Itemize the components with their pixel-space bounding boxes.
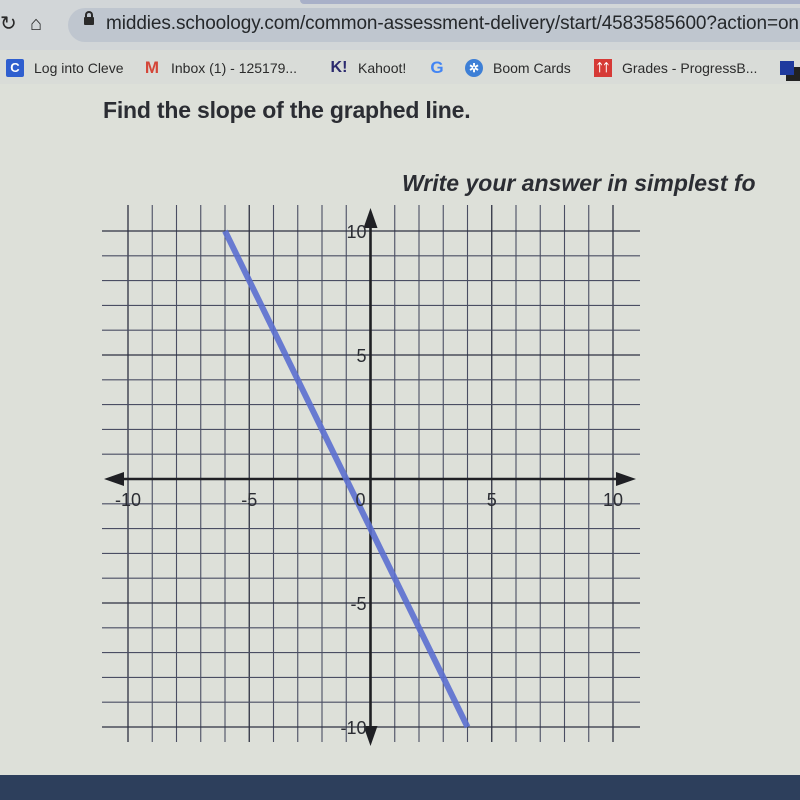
x-axis-left-arrow bbox=[104, 472, 124, 486]
y-tick-label: 5 bbox=[356, 346, 366, 366]
x-tick-label: -10 bbox=[115, 490, 141, 510]
x-tick-label: 0 bbox=[355, 490, 365, 510]
axes bbox=[104, 208, 636, 746]
x-tick-label: 10 bbox=[603, 490, 623, 510]
y-tick-label: -10 bbox=[340, 718, 366, 738]
x-tick-label: -5 bbox=[241, 490, 257, 510]
y-tick-label: 10 bbox=[346, 222, 366, 242]
x-tick-label: 5 bbox=[487, 490, 497, 510]
y-tick-label: -5 bbox=[350, 594, 366, 614]
x-axis-right-arrow bbox=[616, 472, 636, 486]
taskbar bbox=[0, 775, 800, 800]
coordinate-plane: -10 -5 0 5 10 10 5 -5 -10 bbox=[102, 205, 640, 746]
